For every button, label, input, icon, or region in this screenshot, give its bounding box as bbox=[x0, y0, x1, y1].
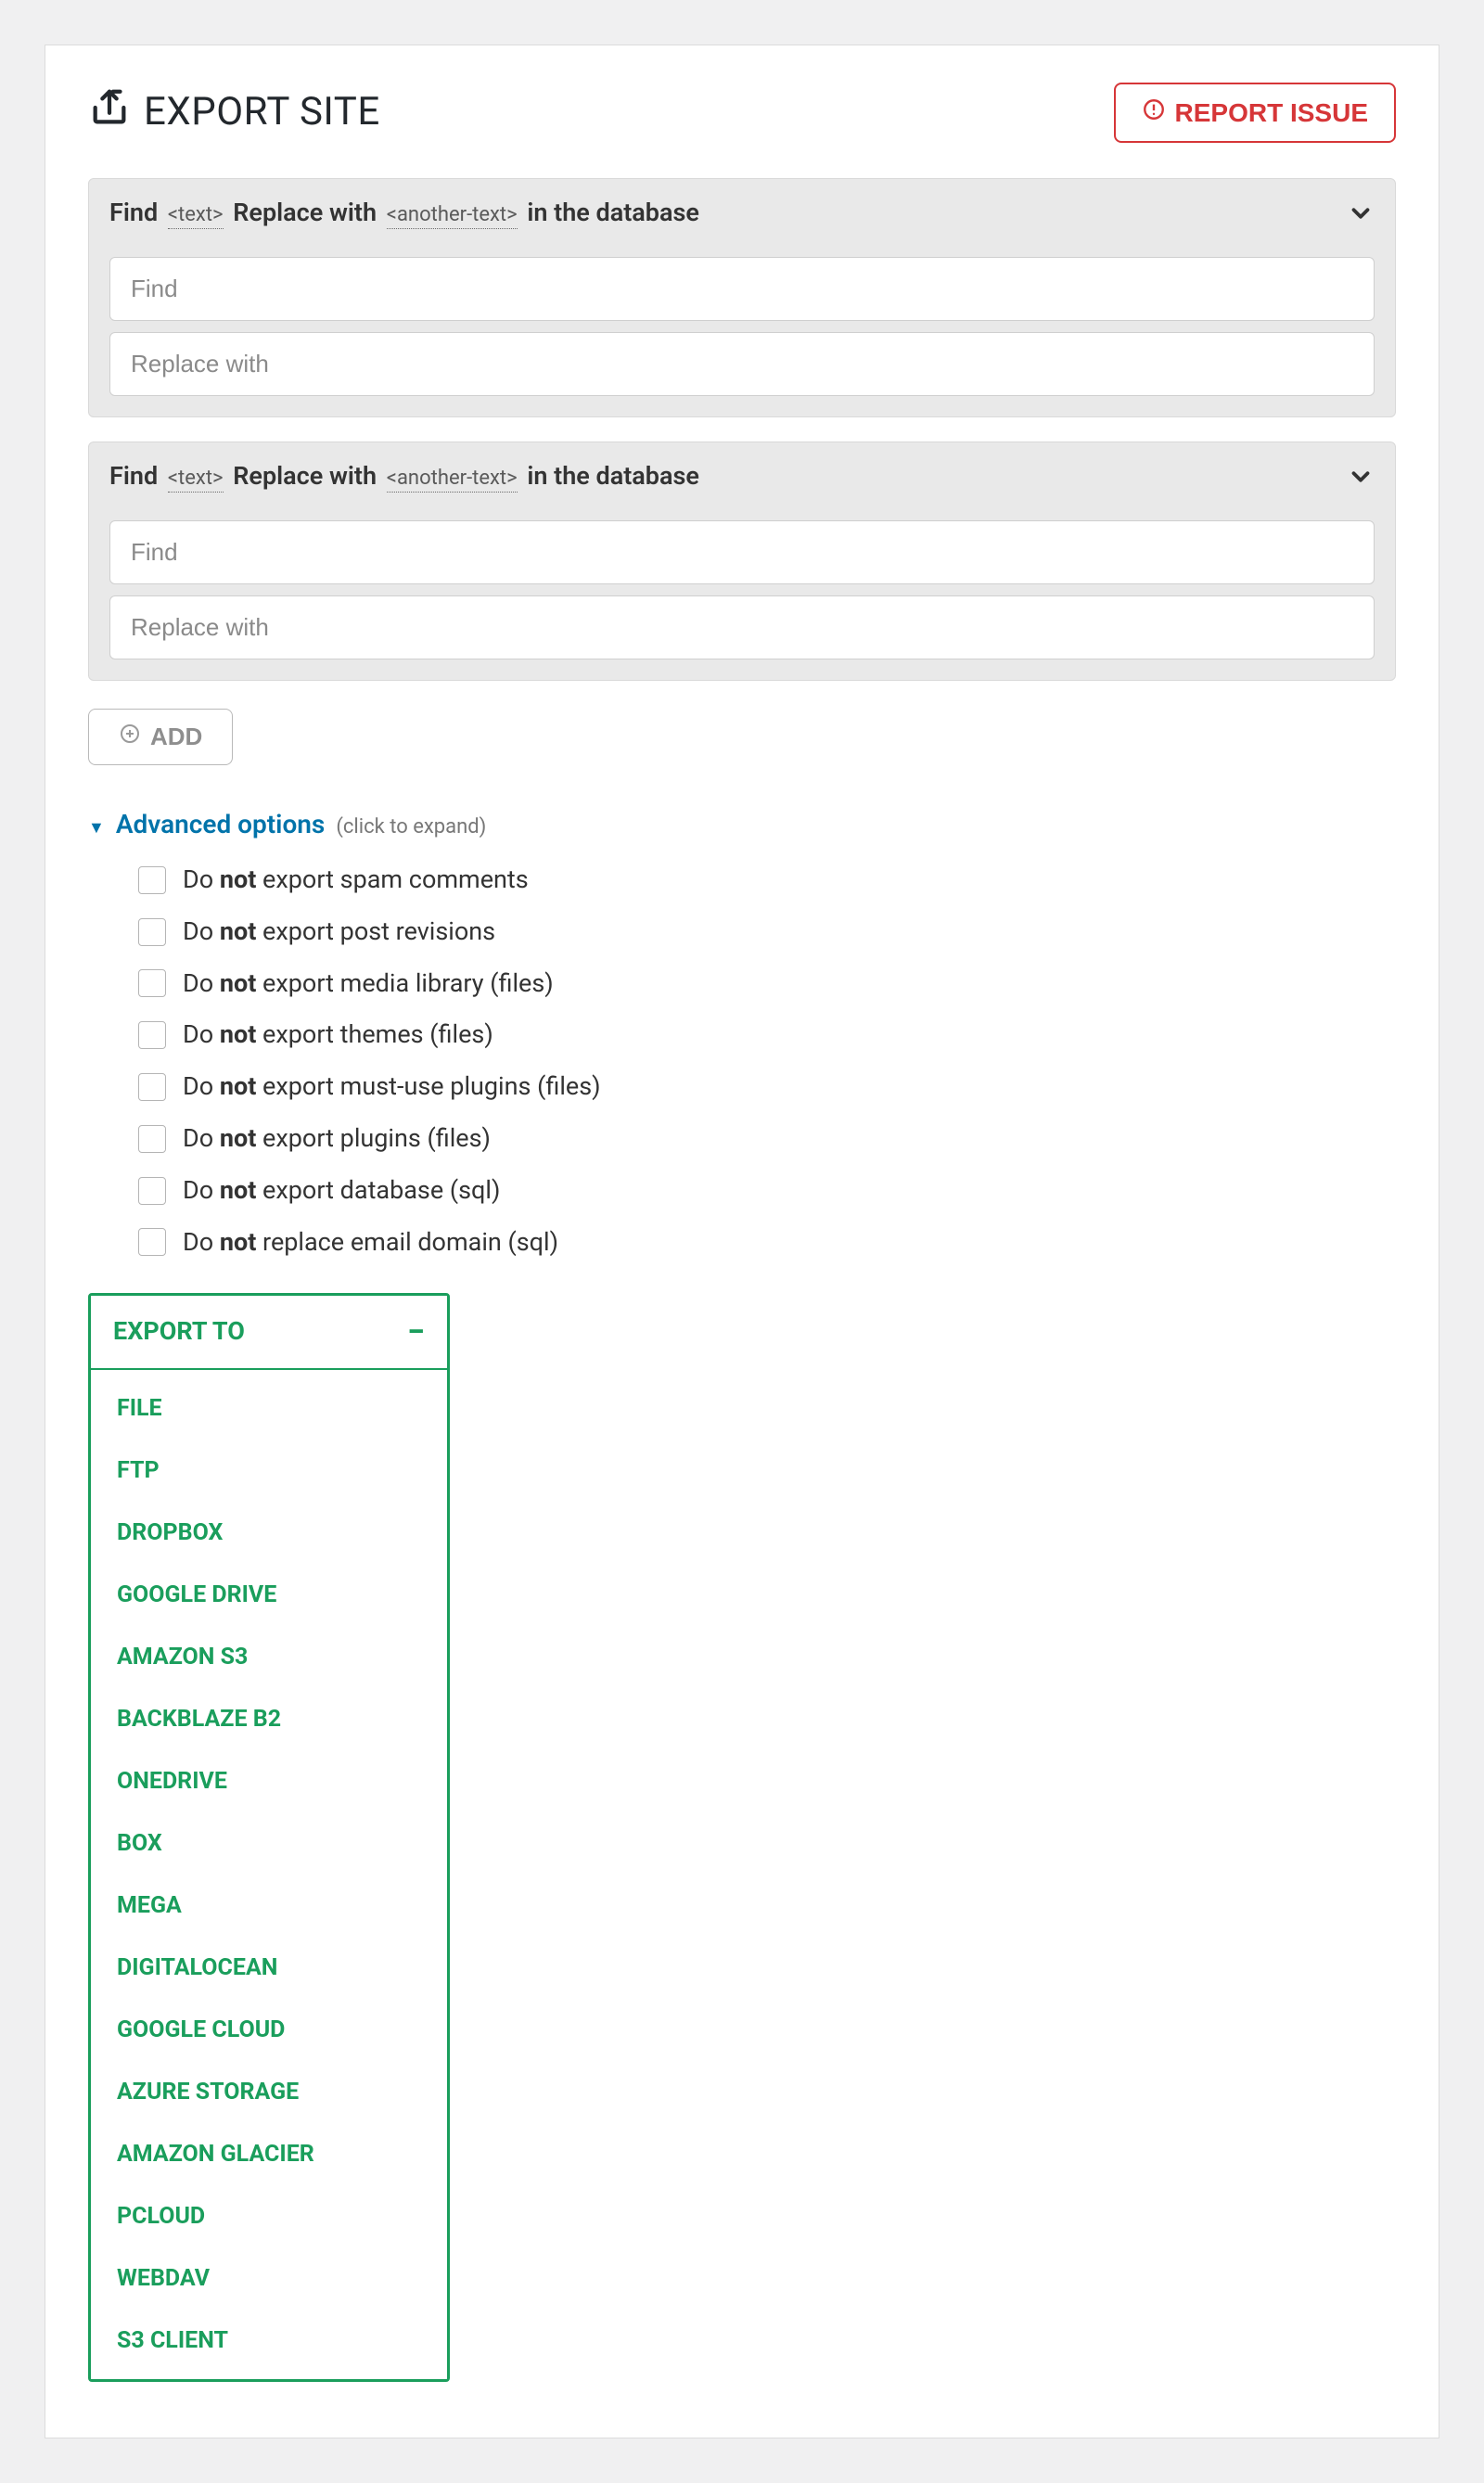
export-icon bbox=[88, 86, 131, 138]
page-title: EXPORT SITE bbox=[144, 85, 380, 140]
report-issue-button[interactable]: REPORT ISSUE bbox=[1114, 83, 1396, 143]
advanced-option-5[interactable]: Do not export plugins (files) bbox=[138, 1121, 1396, 1157]
find-replace-desc: Find <text> Replace with <another-text> … bbox=[109, 459, 699, 494]
replace-input-1[interactable] bbox=[109, 332, 1375, 396]
advanced-option-1[interactable]: Do not export post revisions bbox=[138, 915, 1396, 950]
minus-icon: − bbox=[407, 1325, 425, 1340]
caret-down-icon: ▼ bbox=[88, 816, 105, 839]
advanced-options-section: ▼ Advanced options (click to expand) Do … bbox=[88, 806, 1396, 1261]
checkbox[interactable] bbox=[138, 1125, 166, 1153]
export-to-menu: EXPORT TO − FILEFTPDROPBOXGOOGLE DRIVEAM… bbox=[88, 1293, 450, 2382]
export-option-onedrive[interactable]: ONEDRIVE bbox=[91, 1750, 447, 1812]
export-card: EXPORT SITE REPORT ISSUE Find <text> bbox=[45, 45, 1439, 2438]
checkbox[interactable] bbox=[138, 969, 166, 997]
checkbox[interactable] bbox=[138, 1073, 166, 1101]
export-option-box[interactable]: BOX bbox=[91, 1812, 447, 1875]
report-issue-label: REPORT ISSUE bbox=[1175, 98, 1368, 128]
checkbox[interactable] bbox=[138, 866, 166, 894]
advanced-options-label: Advanced options bbox=[116, 806, 326, 842]
export-option-azure-storage[interactable]: AZURE STORAGE bbox=[91, 2061, 447, 2123]
export-option-dropbox[interactable]: DROPBOX bbox=[91, 1502, 447, 1564]
export-to-label: EXPORT TO bbox=[113, 1314, 245, 1350]
advanced-option-0[interactable]: Do not export spam comments bbox=[138, 863, 1396, 898]
find-replace-box-1: Find <text> Replace with <another-text> … bbox=[88, 178, 1396, 417]
advanced-option-label: Do not export must-use plugins (files) bbox=[183, 1069, 601, 1105]
export-to-header[interactable]: EXPORT TO − bbox=[91, 1296, 447, 1370]
advanced-option-label: Do not export plugins (files) bbox=[183, 1121, 491, 1157]
advanced-option-label: Do not export themes (files) bbox=[183, 1018, 493, 1053]
advanced-option-4[interactable]: Do not export must-use plugins (files) bbox=[138, 1069, 1396, 1105]
plus-circle-icon bbox=[119, 723, 141, 751]
export-option-s3-client[interactable]: S3 CLIENT bbox=[91, 2310, 447, 2372]
checkbox[interactable] bbox=[138, 918, 166, 946]
export-option-mega[interactable]: MEGA bbox=[91, 1875, 447, 1937]
export-option-google-drive[interactable]: GOOGLE DRIVE bbox=[91, 1564, 447, 1626]
advanced-options-hint: (click to expand) bbox=[336, 813, 486, 842]
find-replace-box-2: Find <text> Replace with <another-text> … bbox=[88, 442, 1396, 681]
export-to-items: FILEFTPDROPBOXGOOGLE DRIVEAMAZON S3BACKB… bbox=[91, 1370, 447, 2379]
alert-icon bbox=[1142, 97, 1166, 128]
advanced-option-2[interactable]: Do not export media library (files) bbox=[138, 966, 1396, 1002]
export-option-amazon-s3[interactable]: AMAZON S3 bbox=[91, 1626, 447, 1688]
advanced-option-6[interactable]: Do not export database (sql) bbox=[138, 1173, 1396, 1209]
find-replace-desc: Find <text> Replace with <another-text> … bbox=[109, 196, 699, 231]
add-button-label: ADD bbox=[150, 723, 202, 751]
replace-input-2[interactable] bbox=[109, 595, 1375, 659]
advanced-option-7[interactable]: Do not replace email domain (sql) bbox=[138, 1225, 1396, 1261]
find-input-1[interactable] bbox=[109, 257, 1375, 321]
title-bar: EXPORT SITE REPORT ISSUE bbox=[88, 83, 1396, 143]
find-input-2[interactable] bbox=[109, 520, 1375, 584]
advanced-option-label: Do not export spam comments bbox=[183, 863, 529, 898]
advanced-option-label: Do not replace email domain (sql) bbox=[183, 1225, 558, 1261]
export-option-ftp[interactable]: FTP bbox=[91, 1440, 447, 1502]
export-option-file[interactable]: FILE bbox=[91, 1377, 447, 1440]
checkbox[interactable] bbox=[138, 1228, 166, 1256]
title-left: EXPORT SITE bbox=[88, 85, 380, 140]
advanced-option-label: Do not export post revisions bbox=[183, 915, 495, 950]
advanced-option-label: Do not export database (sql) bbox=[183, 1173, 500, 1209]
export-option-backblaze-b2[interactable]: BACKBLAZE B2 bbox=[91, 1688, 447, 1750]
export-option-webdav[interactable]: WEBDAV bbox=[91, 2247, 447, 2310]
checkbox[interactable] bbox=[138, 1021, 166, 1049]
export-option-pcloud[interactable]: PCLOUD bbox=[91, 2185, 447, 2247]
checkbox[interactable] bbox=[138, 1177, 166, 1205]
advanced-option-label: Do not export media library (files) bbox=[183, 966, 554, 1002]
add-button[interactable]: ADD bbox=[88, 709, 233, 765]
export-option-amazon-glacier[interactable]: AMAZON GLACIER bbox=[91, 2123, 447, 2185]
advanced-option-3[interactable]: Do not export themes (files) bbox=[138, 1018, 1396, 1053]
advanced-options-toggle[interactable]: ▼ Advanced options (click to expand) bbox=[88, 806, 486, 842]
chevron-down-icon[interactable] bbox=[1347, 199, 1375, 227]
advanced-options-list: Do not export spam comments Do not export… bbox=[88, 863, 1396, 1260]
export-option-digitalocean[interactable]: DIGITALOCEAN bbox=[91, 1937, 447, 1999]
chevron-down-icon[interactable] bbox=[1347, 463, 1375, 491]
export-option-google-cloud[interactable]: GOOGLE CLOUD bbox=[91, 1999, 447, 2061]
